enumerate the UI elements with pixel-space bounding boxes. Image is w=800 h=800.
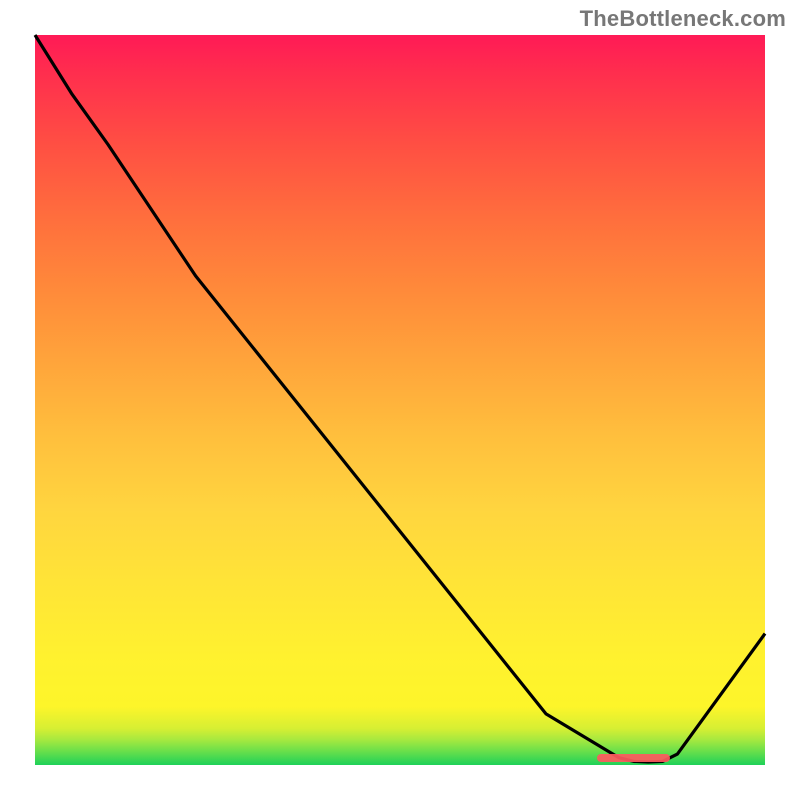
plot-area: [35, 35, 765, 765]
optimum-marker: [597, 754, 670, 762]
bottleneck-curve-svg: [35, 35, 765, 765]
bottleneck-curve: [35, 35, 765, 762]
watermark-text: TheBottleneck.com: [580, 6, 786, 32]
chart-frame: TheBottleneck.com: [0, 0, 800, 800]
